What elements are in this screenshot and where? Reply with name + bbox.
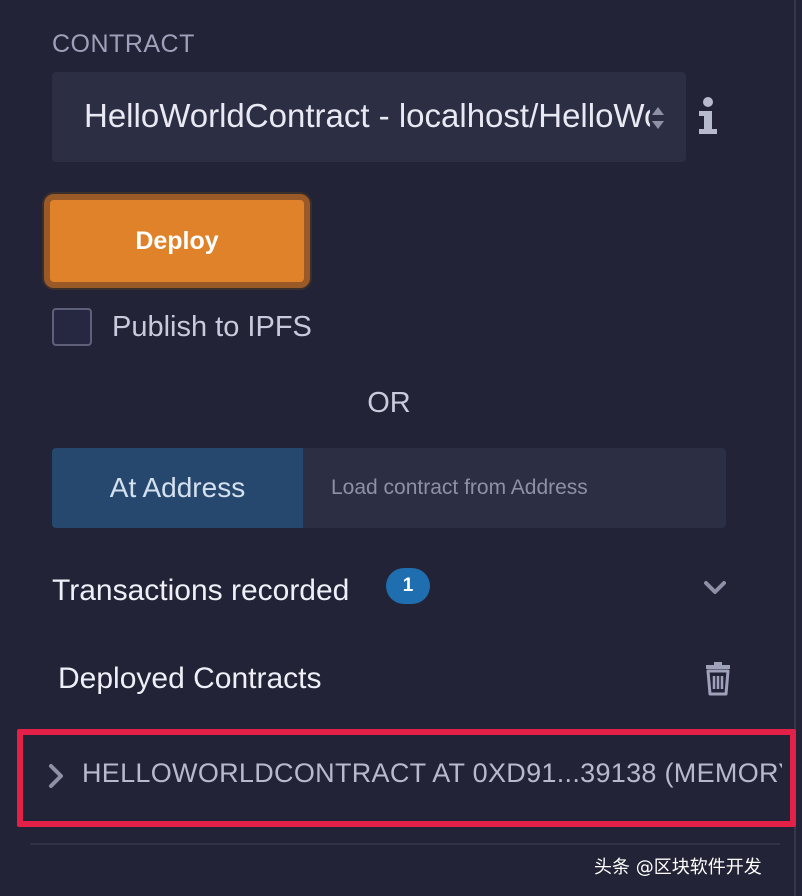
- deployed-contract-instance[interactable]: HELLOWORLDCONTRACT AT 0XD91...39138 (MEM…: [17, 729, 796, 827]
- chevron-right-icon[interactable]: [47, 763, 65, 789]
- transactions-count-badge: 1: [386, 568, 430, 604]
- deployed-contract-label: HELLOWORLDCONTRACT AT 0XD91...39138 (MEM…: [82, 758, 782, 788]
- contract-select[interactable]: HelloWorldContract - localhost/HelloWorl…: [52, 72, 686, 162]
- or-divider-label: OR: [367, 387, 411, 419]
- deployed-contracts-title: Deployed Contracts: [58, 662, 322, 695]
- transactions-recorded-title: Transactions recorded: [52, 574, 350, 607]
- trash-icon[interactable]: [704, 660, 732, 696]
- info-icon[interactable]: [694, 96, 722, 136]
- publish-ipfs-label: Publish to IPFS: [112, 311, 312, 343]
- divider: [30, 843, 780, 845]
- contract-select-value: HelloWorldContract - localhost/HelloWorl…: [84, 97, 650, 134]
- watermark-text: 头条 @区块软件开发: [594, 857, 762, 878]
- contract-section-label: CONTRACT: [52, 30, 195, 58]
- load-contract-address-input[interactable]: [303, 448, 726, 528]
- deploy-button[interactable]: Deploy: [44, 194, 310, 288]
- select-arrows-icon: [652, 107, 664, 129]
- chevron-down-icon[interactable]: [702, 578, 728, 598]
- at-address-button[interactable]: At Address: [52, 448, 303, 528]
- publish-ipfs-checkbox[interactable]: [52, 308, 92, 346]
